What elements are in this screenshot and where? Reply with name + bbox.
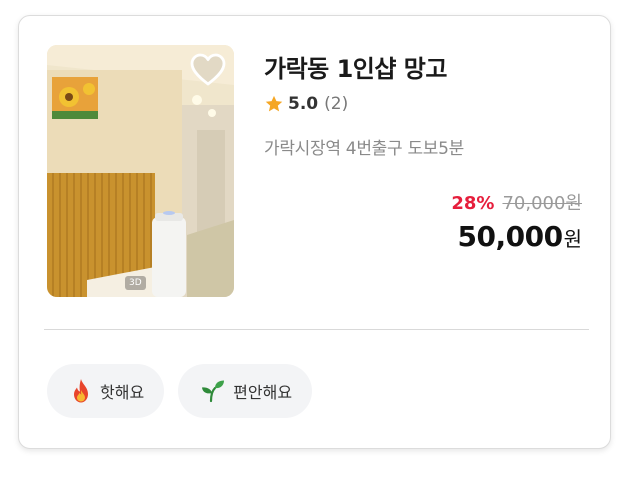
final-price: 50,000 원 (458, 220, 582, 253)
sprout-icon (202, 380, 225, 403)
rating: 5.0 (2) (264, 93, 348, 115)
star-icon (265, 95, 283, 112)
tag-list: 핫해요 편안해요 (47, 364, 313, 418)
price-original-row: 28% 70,000원 (451, 189, 582, 215)
location-text: 가락시장역 4번출구 도보5분 (264, 139, 464, 159)
final-price-amount: 50,000 (457, 220, 564, 253)
final-price-unit: 원 (563, 227, 582, 251)
original-price: 70,000원 (502, 193, 582, 214)
listing-card[interactable]: 3D 가락동 1인샵 망고 5.0 (2) 가락시장역 4번출구 도보5분 28… (18, 15, 611, 449)
tag-label: 편안해요 (233, 383, 293, 402)
tag-chip-comfortable[interactable]: 편안해요 (178, 364, 313, 418)
fire-icon (74, 379, 88, 403)
tag-chip-hot[interactable]: 핫해요 (47, 364, 165, 418)
favorite-heart-icon[interactable] (190, 53, 226, 87)
review-count: (2) (324, 94, 349, 114)
thumbnail-badge: 3D (125, 276, 146, 290)
discount-rate: 28% (451, 193, 495, 214)
listing-thumbnail[interactable]: 3D (47, 45, 234, 297)
listing-title[interactable]: 가락동 1인샵 망고 (264, 49, 447, 84)
rating-score: 5.0 (288, 94, 319, 114)
tag-label: 핫해요 (100, 383, 145, 402)
divider (44, 329, 589, 330)
